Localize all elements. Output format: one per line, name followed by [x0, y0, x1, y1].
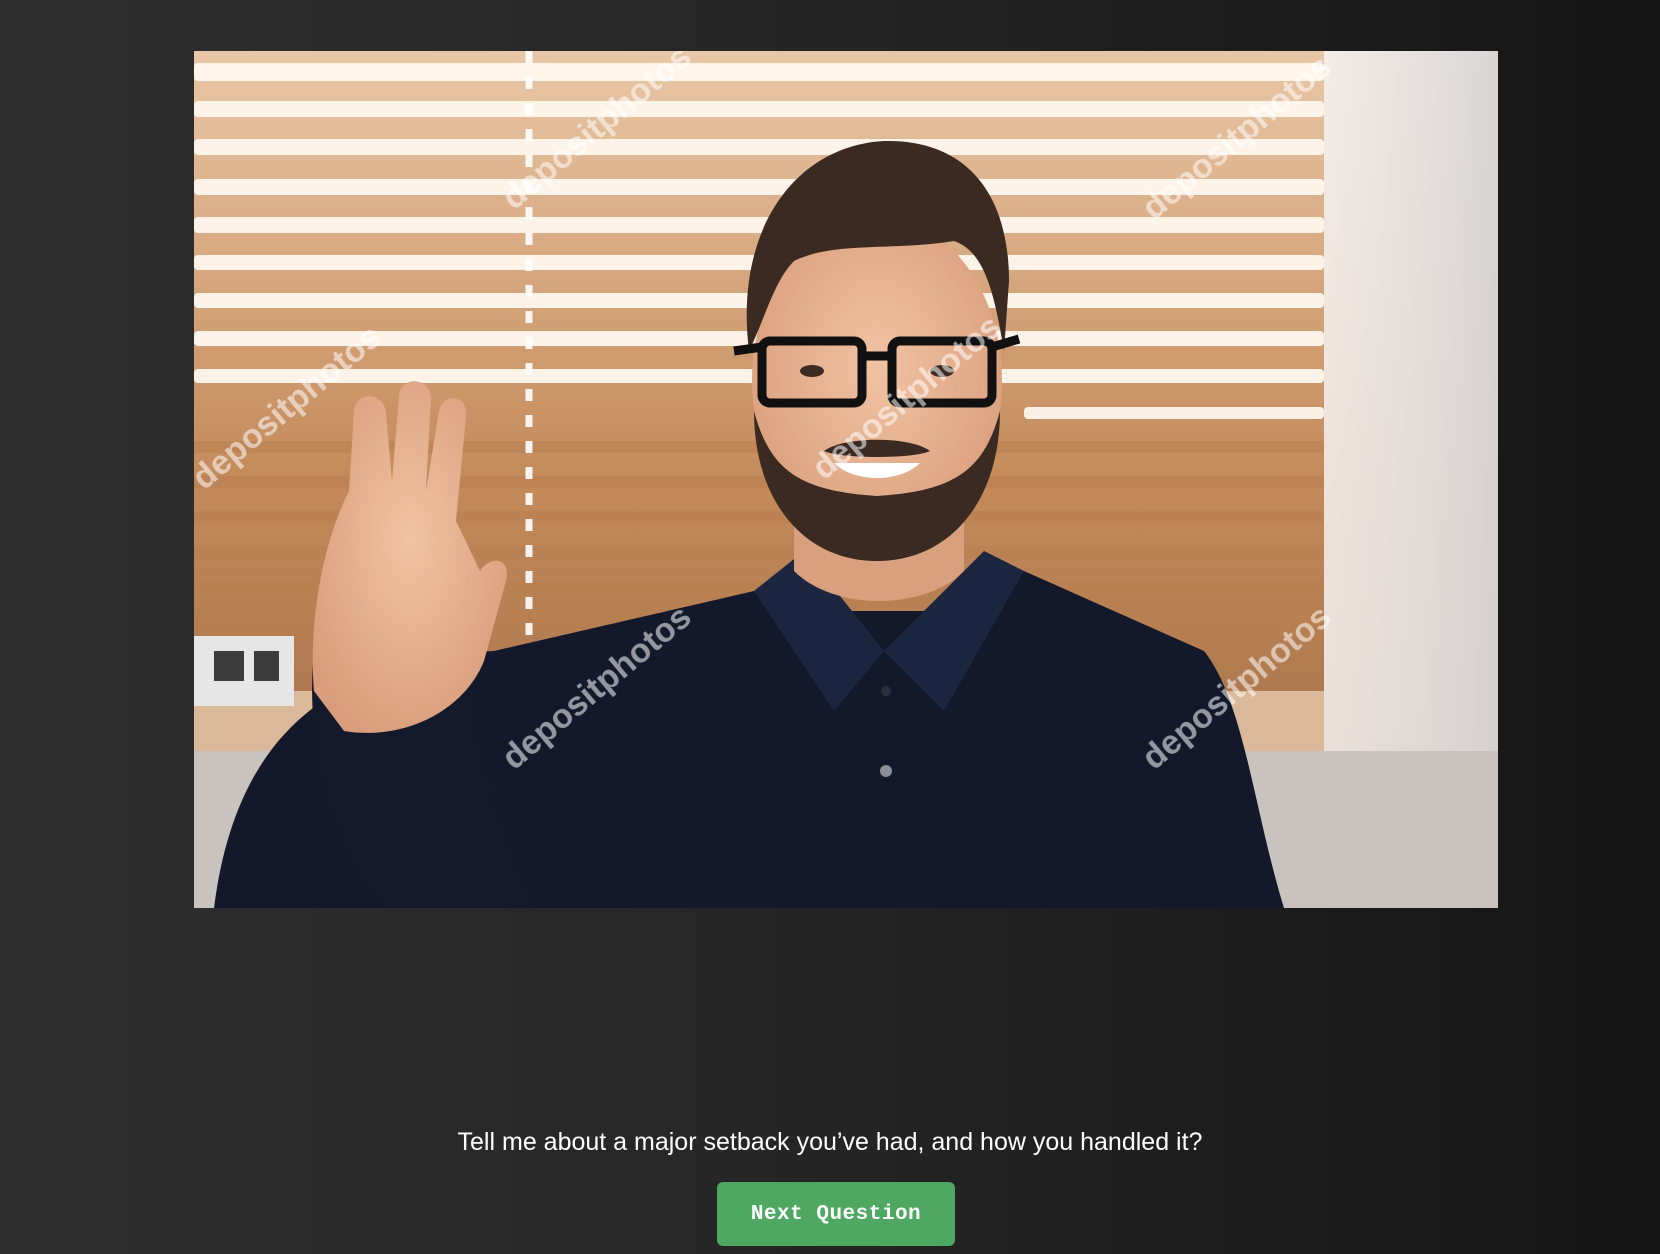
- interviewer-video-image: depositphotos depositphotos depositphoto…: [194, 51, 1498, 908]
- interview-question: Tell me about a major setback you’ve had…: [457, 1128, 1203, 1156]
- video-feed: depositphotos depositphotos depositphoto…: [194, 51, 1498, 908]
- next-question-button[interactable]: Next Question: [717, 1182, 955, 1246]
